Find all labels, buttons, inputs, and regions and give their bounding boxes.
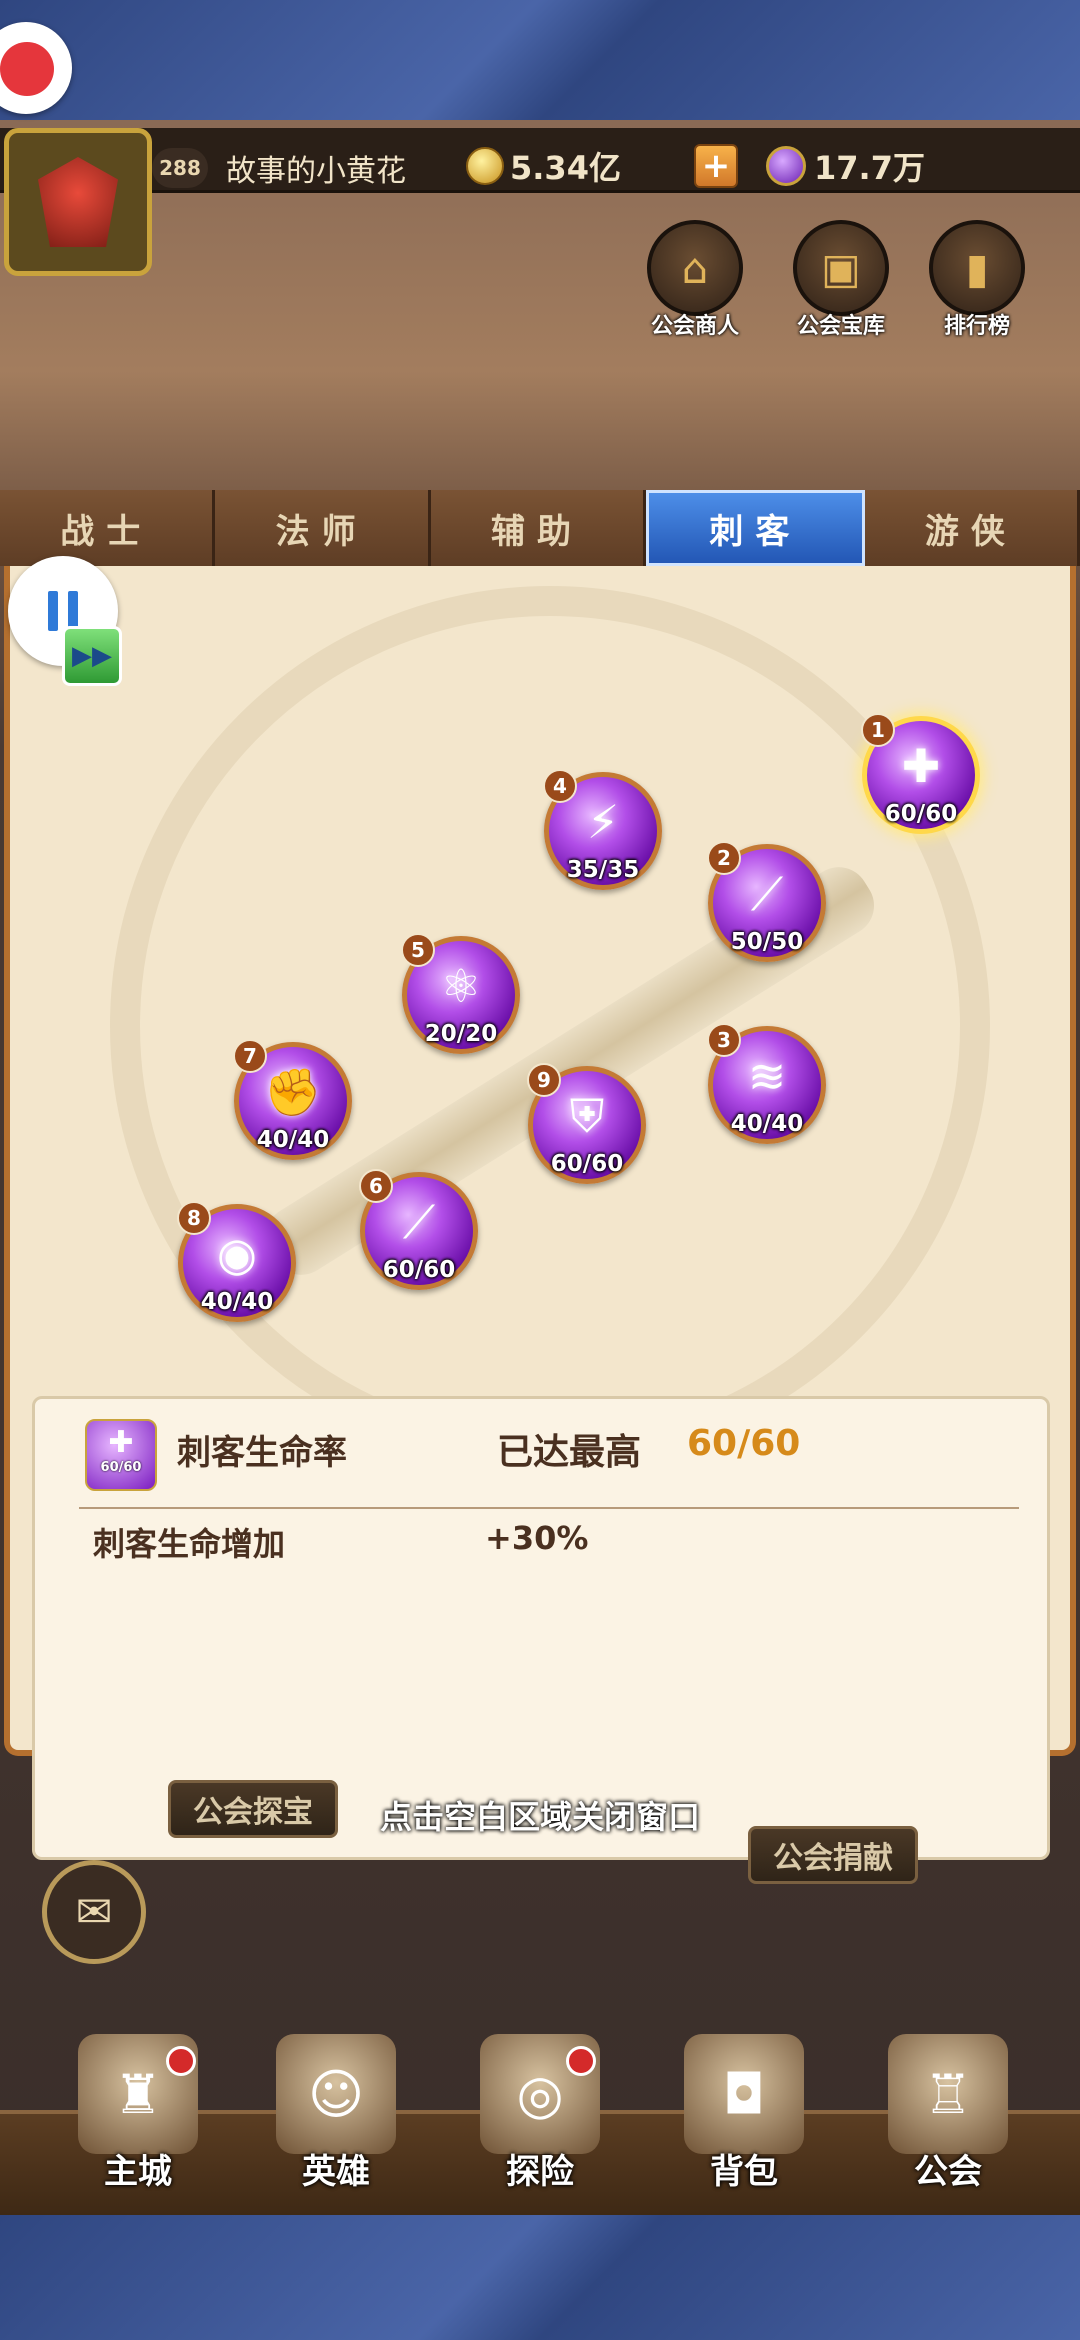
player-level: 288: [152, 148, 208, 188]
skill-node-progress: 60/60: [550, 1151, 624, 1177]
tab-assassin[interactable]: 刺客: [646, 490, 865, 566]
skill-node-number: 6: [359, 1169, 393, 1203]
skill-effect: 刺客生命增加: [93, 1525, 286, 1563]
nav-label: 英雄: [302, 2152, 370, 2192]
gold-value: 5.34亿: [510, 149, 621, 187]
skill-node-number: 7: [233, 1039, 267, 1073]
tab-support[interactable]: 辅助: [430, 490, 647, 566]
skill-node-6[interactable]: ⟋ 6 60/60: [359, 1169, 478, 1290]
gem-display: 17.7万: [766, 144, 1016, 188]
skill-node-7[interactable]: ✊ 7 40/40: [233, 1039, 352, 1160]
selected-skill-icon: ✚ 60/60: [85, 1419, 157, 1491]
nav-label: 主城: [104, 2152, 172, 2192]
skill-bonus: +30%: [485, 1519, 589, 1557]
skill-node-progress: 20/20: [424, 1021, 498, 1047]
guild-treasury-button[interactable]: ▣ 公会宝库: [786, 220, 896, 340]
skill-node-number: 1: [861, 713, 895, 747]
pause-icon: [48, 591, 58, 631]
shield-plus-icon: ✚: [108, 1425, 134, 1460]
fist-icon: ✊: [264, 1065, 322, 1119]
close-window-hint[interactable]: 点击空白区域关闭窗口: [0, 1792, 1080, 1838]
atom-icon: ⚛: [440, 959, 482, 1013]
gem-value: 17.7万: [814, 149, 925, 187]
nav-label: 背包: [710, 2152, 778, 2192]
skill-node-progress: 40/40: [256, 1127, 330, 1153]
skill-node-number: 2: [707, 841, 741, 875]
divider: [79, 1507, 1019, 1509]
skill-node-progress: 35/35: [566, 857, 640, 883]
add-currency-button[interactable]: +: [694, 144, 738, 188]
skill-node-number: 4: [543, 769, 577, 803]
claw-icon: ≋: [747, 1049, 787, 1103]
player-status-bar: 288 故事的小黄花 5.34亿 + 17.7万: [0, 128, 1080, 193]
tab-mage[interactable]: 法师: [215, 490, 431, 566]
top-frame: [0, 0, 1080, 120]
lightning-icon: ⚡: [586, 795, 620, 849]
slash-icon: ⟋: [750, 867, 784, 921]
nav-heroes[interactable]: ☺ 英雄: [246, 2034, 426, 2193]
ranking-icon: ▮: [929, 220, 1025, 316]
bottom-frame: [0, 2215, 1080, 2340]
skill-status: 已达最高: [497, 1432, 642, 1473]
class-tabs: 战士 法师 辅助 刺客 游侠: [0, 490, 1080, 566]
skill-node-progress: 40/40: [200, 1289, 274, 1315]
nav-backpack[interactable]: ◘ 背包: [654, 2034, 834, 2193]
skill-node-number: 3: [707, 1023, 741, 1057]
chest-icon: ▣: [793, 220, 889, 316]
skill-node-number: 8: [177, 1201, 211, 1235]
nav-label: 探险: [506, 2152, 574, 2192]
game-screen: 288 故事的小黄花 5.34亿 + 17.7万 ⌂ 公会商人 ▣ 公会宝库 ▮…: [0, 120, 1080, 2215]
nav-guild[interactable]: ♖ 公会: [858, 2034, 1038, 2193]
nav-label: 公会: [914, 2152, 982, 2192]
emblem-background: [110, 586, 990, 1466]
nav-main-city[interactable]: ♜ 主城: [48, 2034, 228, 2193]
skill-node-8[interactable]: ◉ 8 40/40: [177, 1201, 296, 1322]
skill-node-progress: 60/60: [884, 801, 958, 827]
guild-merchant-button[interactable]: ⌂ 公会商人: [640, 220, 750, 340]
skill-node-3[interactable]: ≋ 3 40/40: [707, 1023, 826, 1144]
blade-icon: ⟋: [402, 1195, 436, 1249]
coin-icon: [466, 147, 504, 185]
skill-node-5[interactable]: ⚛ 5 20/20: [401, 933, 520, 1054]
skill-level-value: 60/60: [687, 1423, 801, 1464]
skill-panel: ▶▶ ✚ 1 60/60 ⟋ 2 50/50 ≋ 3 40/40 ⚡ 4 35/…: [4, 556, 1076, 1860]
eye-icon: ◉: [216, 1227, 258, 1281]
notification-badge: [166, 2046, 196, 2076]
shop-icon: ⌂: [647, 220, 743, 316]
guild-crest-icon: [38, 157, 118, 247]
skill-node-2[interactable]: ⟋ 2 50/50: [707, 841, 826, 962]
skill-node-4[interactable]: ⚡ 4 35/35: [543, 769, 662, 890]
skill-node-progress: 60/60: [382, 1257, 456, 1283]
guild-treasury-label: 公会宝库: [796, 314, 885, 339]
nav-explore[interactable]: ◎ 探险: [450, 2034, 630, 2193]
gem-icon: [766, 146, 806, 186]
guild-merchant-label: 公会商人: [650, 314, 739, 339]
tab-ranger[interactable]: 游侠: [864, 490, 1080, 566]
mail-icon[interactable]: ✉: [42, 1860, 146, 1964]
gold-display: 5.34亿: [466, 144, 704, 188]
player-name: 故事的小黄花: [226, 154, 406, 189]
bottom-navigation: ♜ 主城 ☺ 英雄 ◎ 探险 ◘ 背包 ♖ 公会: [0, 2034, 1080, 2215]
shield-plus-icon: ✚: [901, 739, 941, 793]
skill-node-9[interactable]: ⛨ 9 60/60: [527, 1063, 646, 1184]
fast-forward-icon[interactable]: ▶▶: [62, 626, 122, 686]
guild-donation-button[interactable]: 公会捐献: [748, 1826, 918, 1884]
skill-node-progress: 40/40: [730, 1111, 804, 1137]
hero-icon: ☺: [276, 2034, 396, 2154]
skill-node-1[interactable]: ✚ 1 60/60: [861, 713, 980, 834]
ranking-button[interactable]: ▮ 排行榜: [922, 220, 1032, 340]
skill-node-number: 5: [401, 933, 435, 967]
backpack-icon: ◘: [684, 2034, 804, 2154]
guild-tower-icon: ♖: [888, 2034, 1008, 2154]
armor-icon: ⛨: [569, 1089, 605, 1143]
ranking-label: 排行榜: [943, 314, 1010, 339]
avatar[interactable]: [4, 128, 152, 276]
selected-skill-progress: 60/60: [100, 1460, 142, 1475]
notification-badge: [566, 2046, 596, 2076]
skill-node-progress: 50/50: [730, 929, 804, 955]
tab-warrior[interactable]: 战士: [0, 490, 216, 566]
skill-node-number: 9: [527, 1063, 561, 1097]
skill-name: 刺客生命率: [177, 1433, 347, 1473]
